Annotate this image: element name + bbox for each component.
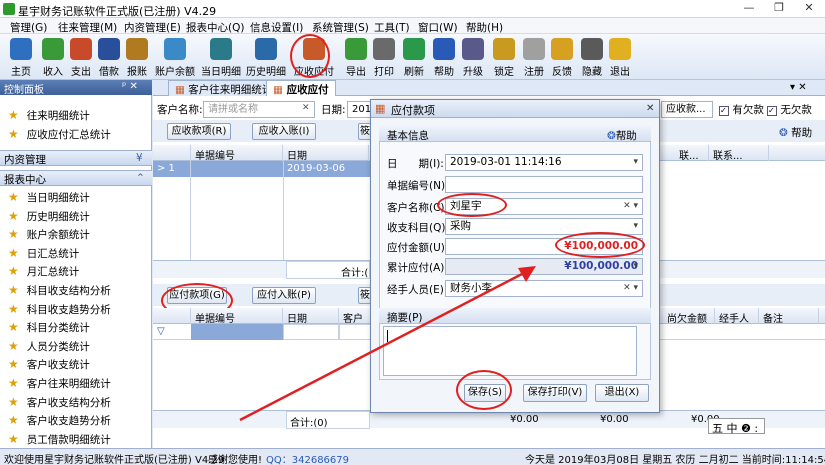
status-date: 今天是 2019年03月08日 星期五 农历 二月初二 当前时间:11:14:5… bbox=[525, 455, 825, 465]
annotation-arrow bbox=[239, 266, 536, 422]
status-thanks: 感谢您使用! bbox=[208, 455, 263, 465]
status-qq[interactable]: QQ：342686679 bbox=[266, 451, 349, 465]
status-welcome: 欢迎使用星宇财务记账软件正式版(已注册) V4.29 bbox=[4, 455, 225, 465]
status-bar: 欢迎使用星宇财务记账软件正式版(已注册) V4.29 感谢您使用! QQ：342… bbox=[0, 448, 825, 465]
